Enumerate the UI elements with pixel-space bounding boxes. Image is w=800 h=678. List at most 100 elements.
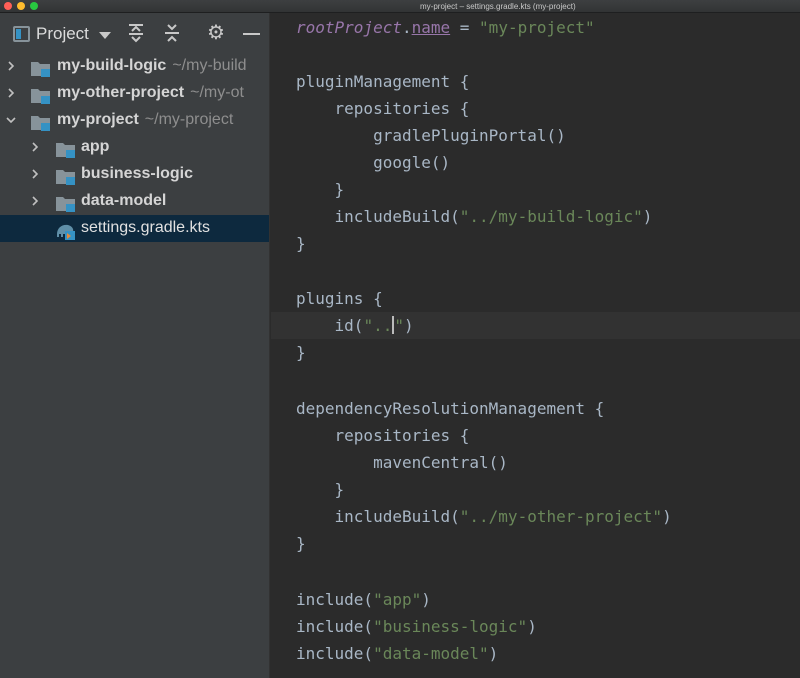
tree-item-label: my-build-logic [57, 57, 167, 74]
close-window-button[interactable] [4, 2, 12, 10]
code-line[interactable]: plugins { [271, 285, 800, 312]
code-line[interactable]: mavenCentral() [271, 449, 800, 476]
project-view-selector[interactable]: Project [36, 24, 89, 44]
hide-panel-icon[interactable] [242, 23, 262, 43]
tree-item-path: ~/my-build [172, 57, 247, 74]
code-token: repositories { [296, 426, 470, 445]
code-token: = [450, 18, 480, 37]
code-token: mavenCentral() [296, 453, 508, 472]
code-token: plugins { [296, 289, 383, 308]
code-token: include( [296, 644, 374, 663]
code-token: gradlePluginPortal() [296, 126, 566, 145]
tree-item-label: business-logic [81, 165, 194, 182]
code-token: ) [421, 590, 431, 609]
code-editor[interactable]: rootProject.name = "my-project" pluginMa… [271, 13, 800, 678]
tree-item-label: settings.gradle.kts [81, 219, 210, 236]
code-line[interactable]: } [271, 176, 800, 203]
tree-item-my-build-logic[interactable]: my-build-logic ~/my-build [0, 53, 269, 80]
code-line[interactable]: include("app") [271, 586, 800, 613]
code-line[interactable]: includeBuild("../my-other-project") [271, 503, 800, 530]
code-token: includeBuild( [296, 507, 460, 526]
tree-item-label: my-other-project [57, 84, 185, 101]
code-line[interactable]: } [271, 476, 800, 503]
tree-item-label: app [81, 138, 110, 155]
tree-item-settings-gradle-kts[interactable]: settings.gradle.kts [0, 215, 269, 242]
tree-item-path: ~/my-ot [190, 84, 244, 101]
code-line[interactable]: google() [271, 149, 800, 176]
chevron-right-icon[interactable] [30, 169, 40, 179]
module-folder-icon [55, 167, 77, 185]
code-token: include( [296, 617, 374, 636]
tree-item-app[interactable]: app [0, 134, 269, 161]
expand-all-icon[interactable] [126, 23, 146, 43]
module-folder-icon [55, 194, 77, 212]
code-line[interactable]: } [271, 339, 800, 366]
code-token: ) [488, 644, 499, 663]
window-title: my-project – settings.gradle.kts (my-pro… [420, 2, 576, 11]
minimize-window-button[interactable] [17, 2, 25, 10]
code-line[interactable]: repositories { [271, 95, 800, 122]
chevron-right-icon[interactable] [30, 196, 40, 206]
chevron-down-icon[interactable] [6, 115, 16, 125]
code-token: ) [662, 507, 672, 526]
code-token: "app" [373, 590, 422, 609]
gradle-kotlin-file-icon [55, 220, 77, 240]
tree-item-my-project[interactable]: my-project ~/my-project [0, 107, 269, 134]
code-token: dependencyResolutionManagement { [296, 399, 605, 418]
project-tree: my-build-logic ~/my-build my-other-projec… [0, 53, 269, 242]
code-token: } [296, 180, 345, 199]
code-token: ".. [363, 316, 393, 335]
code-token: ) [642, 207, 653, 226]
maximize-window-button[interactable] [30, 2, 38, 10]
chevron-right-icon[interactable] [6, 88, 16, 98]
tree-item-business-logic[interactable]: business-logic [0, 161, 269, 188]
chevron-right-icon[interactable] [30, 142, 40, 152]
module-folder-icon [30, 113, 52, 131]
code-line[interactable]: include("business-logic") [271, 613, 800, 640]
code-token: rootProject [296, 18, 402, 37]
chevron-down-icon[interactable] [99, 32, 111, 39]
code-token: "data-model" [373, 644, 489, 663]
code-token: includeBuild( [296, 207, 460, 226]
code-line[interactable]: gradlePluginPortal() [271, 122, 800, 149]
code-line[interactable]: dependencyResolutionManagement { [271, 395, 800, 422]
collapse-all-icon[interactable] [162, 23, 182, 43]
module-folder-icon [30, 86, 52, 104]
code-token: } [296, 534, 306, 553]
code-token: ) [403, 316, 414, 335]
code-token: . [401, 18, 412, 37]
code-line[interactable]: repositories { [271, 422, 800, 449]
code-token: google() [296, 153, 451, 172]
code-token: " [394, 316, 404, 335]
code-token: "../my-build-logic" [459, 207, 643, 226]
module-folder-icon [55, 140, 77, 158]
code-token: include( [296, 590, 374, 609]
code-token: name [411, 18, 451, 37]
title-bar: my-project – settings.gradle.kts (my-pro… [0, 0, 800, 13]
code-token: id( [296, 316, 364, 335]
project-toolbar: Project ⚙ [0, 13, 269, 50]
code-line[interactable]: } [271, 230, 800, 257]
code-line[interactable]: } [271, 530, 800, 557]
code-token: ) [527, 617, 537, 636]
code-token: } [296, 343, 306, 362]
tree-item-label: data-model [81, 192, 167, 209]
tree-item-my-other-project[interactable]: my-other-project ~/my-ot [0, 80, 269, 107]
code-token: "../my-other-project" [459, 507, 663, 526]
code-line[interactable]: pluginManagement { [271, 68, 800, 95]
tree-item-data-model[interactable]: data-model [0, 188, 269, 215]
chevron-right-icon[interactable] [6, 61, 16, 71]
code-line-current[interactable]: id(".. ") [271, 312, 800, 339]
project-view-icon [13, 26, 30, 42]
tree-item-path: ~/my-project [144, 111, 234, 128]
code-line[interactable]: include("data-model") [271, 640, 800, 667]
code-token: } [296, 234, 306, 253]
code-token: "business-logic" [373, 617, 528, 636]
code-token: repositories { [296, 99, 470, 118]
code-token: } [296, 480, 345, 499]
code-token: "my-project" [479, 18, 595, 37]
code-line[interactable]: rootProject.name = "my-project" [271, 14, 800, 41]
code-line[interactable]: includeBuild("../my-build-logic") [271, 203, 800, 230]
gear-icon[interactable]: ⚙ [206, 23, 226, 43]
tree-item-label: my-project [57, 111, 139, 128]
